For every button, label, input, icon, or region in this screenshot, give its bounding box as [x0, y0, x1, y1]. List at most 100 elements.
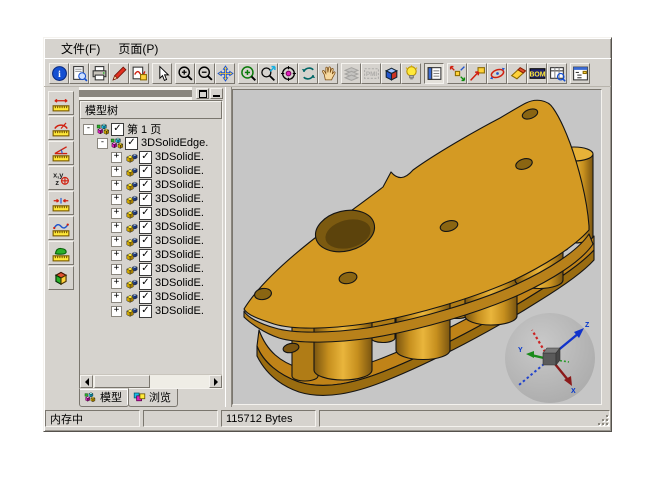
lightbulb-icon — [403, 65, 420, 82]
expander-minus[interactable]: - — [83, 124, 94, 135]
visibility-checkbox[interactable]: ✓ — [139, 207, 152, 220]
panel-splitter[interactable] — [225, 87, 232, 407]
expander-plus[interactable]: + — [111, 208, 122, 219]
cursor-icon — [154, 65, 171, 82]
select-button[interactable] — [152, 63, 172, 84]
expander-minus[interactable]: - — [97, 138, 108, 149]
visibility-checkbox[interactable]: ✓ — [139, 305, 152, 318]
scrollbar-track[interactable] — [93, 375, 209, 388]
pan-hand-button[interactable] — [318, 63, 338, 84]
markup-manager-button[interactable] — [129, 63, 149, 84]
measure-length-button[interactable] — [48, 91, 74, 115]
view-orientation-button[interactable] — [381, 63, 401, 84]
tree-item-label: 3DSolidE. — [155, 249, 204, 261]
scroll-right-button[interactable] — [209, 375, 222, 388]
zoom-window-button[interactable] — [238, 63, 258, 84]
markup-pen-button[interactable] — [109, 63, 129, 84]
visibility-checkbox[interactable]: ✓ — [139, 235, 152, 248]
pan-button[interactable] — [215, 63, 235, 84]
view-cube-icon — [383, 65, 400, 82]
measure-coordinate-button[interactable] — [48, 166, 74, 190]
panel-grip-handle[interactable] — [79, 87, 192, 100]
expander-plus[interactable]: + — [111, 264, 122, 275]
visibility-checkbox[interactable]: ✓ — [139, 249, 152, 262]
model-tree-toggle-button[interactable] — [570, 63, 590, 84]
print-button[interactable] — [89, 63, 109, 84]
expander-plus[interactable]: + — [111, 306, 122, 317]
visibility-checkbox[interactable]: ✓ — [139, 193, 152, 206]
axis-label-z: Z — [585, 322, 590, 329]
expander-plus[interactable]: + — [111, 222, 122, 233]
document-panel-button[interactable] — [424, 63, 444, 84]
model-tree-frame: 模型树 -✓第 1 页-✓3DSolidEdge.+✓3DSolidE.+✓3D… — [79, 100, 223, 389]
rotate-object-button[interactable] — [487, 63, 507, 84]
measure-area-button[interactable] — [48, 241, 74, 265]
orbit-button[interactable] — [298, 63, 318, 84]
bom-button[interactable] — [527, 63, 547, 84]
measure-angle-button[interactable] — [48, 141, 74, 165]
measure-radius-button[interactable] — [48, 116, 74, 140]
tab-browse[interactable]: 浏览 — [128, 389, 178, 407]
expander-plus[interactable]: + — [111, 278, 122, 289]
tree-row-assembly: -✓3DSolidEdge. — [82, 136, 222, 150]
menu-item-page[interactable]: 页面(P) — [109, 38, 167, 59]
visibility-checkbox[interactable]: ✓ — [139, 151, 152, 164]
measure-xyz-icon — [52, 169, 70, 187]
expander-plus[interactable]: + — [111, 152, 122, 163]
info-button[interactable] — [49, 63, 69, 84]
layers-button — [341, 63, 361, 84]
tab-model[interactable]: 模型 — [79, 388, 129, 407]
tree-horizontal-scrollbar[interactable] — [80, 374, 222, 388]
erase-markup-button[interactable] — [507, 63, 527, 84]
part-icon — [124, 192, 139, 207]
rotate-object-icon — [489, 65, 506, 82]
menu-item-file[interactable]: 文件(F) — [52, 38, 109, 59]
expander-plus[interactable]: + — [111, 250, 122, 261]
zoom-out-button[interactable] — [195, 63, 215, 84]
part-icon — [124, 234, 139, 249]
panel-gripper[interactable] — [77, 87, 225, 100]
part-icon — [124, 304, 139, 319]
assembly-icon — [110, 136, 125, 151]
visibility-checkbox[interactable]: ✓ — [139, 263, 152, 276]
panel-restore-button[interactable] — [196, 88, 209, 99]
explode-icon — [449, 65, 466, 82]
toolbar-group-6 — [447, 63, 567, 84]
visibility-checkbox[interactable]: ✓ — [139, 291, 152, 304]
visibility-checkbox[interactable]: ✓ — [139, 165, 152, 178]
bom-table-button[interactable] — [547, 63, 567, 84]
expander-plus[interactable]: + — [111, 166, 122, 177]
3d-viewport[interactable]: Z X Y — [232, 89, 602, 405]
visibility-checkbox[interactable]: ✓ — [139, 221, 152, 234]
rotate-center-button[interactable] — [278, 63, 298, 84]
scroll-left-button[interactable] — [80, 375, 93, 388]
tree-item-label: 3DSolidE. — [155, 193, 204, 205]
visibility-checkbox[interactable]: ✓ — [139, 179, 152, 192]
visibility-checkbox[interactable]: ✓ — [139, 277, 152, 290]
expander-plus[interactable]: + — [111, 236, 122, 247]
print-preview-button[interactable] — [69, 63, 89, 84]
orientation-sphere[interactable]: Z X Y — [505, 313, 595, 403]
visibility-checkbox[interactable]: ✓ — [125, 137, 138, 150]
expander-plus[interactable]: + — [111, 180, 122, 191]
toolbar-group-7 — [570, 63, 590, 84]
panel-hide-button[interactable] — [210, 88, 223, 99]
app-window: 文件(F)页面(P) 模型树 -✓第 1 页-✓3DSolidEdge.+✓3D… — [43, 37, 612, 432]
zoom-in-button[interactable] — [175, 63, 195, 84]
tree-item-label: 3DSolidE. — [155, 151, 204, 163]
lighting-button[interactable] — [401, 63, 421, 84]
measure-volume-button[interactable] — [48, 266, 74, 290]
orbit-icon — [300, 65, 317, 82]
scrollbar-thumb[interactable] — [94, 375, 150, 388]
fly-to-button[interactable] — [467, 63, 487, 84]
expander-plus[interactable]: + — [111, 194, 122, 205]
measure-distance-button[interactable] — [48, 191, 74, 215]
measure-curve-button[interactable] — [48, 216, 74, 240]
part-icon — [124, 164, 139, 179]
expander-plus[interactable]: + — [111, 292, 122, 303]
visibility-checkbox[interactable]: ✓ — [111, 123, 124, 136]
zoom-extents-button[interactable] — [258, 63, 278, 84]
explode-view-button[interactable] — [447, 63, 467, 84]
resize-grip[interactable] — [597, 414, 610, 427]
zoom-out-icon — [197, 65, 214, 82]
